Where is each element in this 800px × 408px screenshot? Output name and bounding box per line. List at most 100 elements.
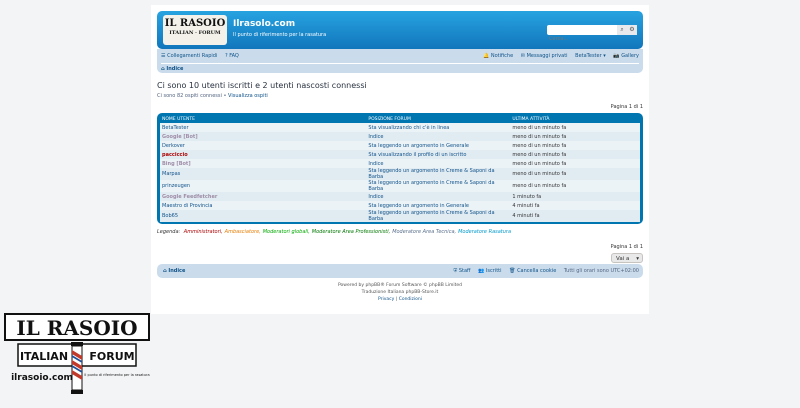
forum-location-cell[interactable]: Sta visualizzando il profilo di un iscri… [366,150,511,159]
username-cell[interactable]: BetaTester [160,123,367,132]
forum-location-cell[interactable]: Sta leggendo un argomento in Creme & Sap… [366,180,511,192]
jump-to-button[interactable]: Vai a ▾ [611,253,643,263]
notifications-link[interactable]: 🔔 Notifiche [483,53,513,59]
table-row: pacciccio Sta visualizzando il profilo di… [160,150,640,159]
table-row: Bob65 Sta leggendo un argomento in Creme … [160,210,640,222]
search-input[interactable] [547,34,611,44]
forum-location-cell[interactable]: Sta visualizzando chi c'è in linea [366,123,511,132]
forum-location-cell[interactable]: Indice [366,132,511,141]
table-row: BetaTester Sta visualizzando chi c'è in l… [160,123,640,132]
gallery-link[interactable]: 📷 Gallery [613,53,639,59]
logo-text: IL RASOIO [164,18,226,29]
footer-separator: | [395,297,398,302]
faq-label: FAQ [229,53,239,59]
staff-label: Staff [458,268,471,274]
view-guests-link[interactable]: Visualizza ospiti [228,93,268,99]
forum-badge: IL RASOIO ITALIAN FORUM ilrasoio.com Il … [2,308,152,404]
footer-index-label: Indice [168,268,186,274]
private-messages-link[interactable]: ✉ Messaggi privati [521,53,568,59]
username-cell[interactable]: pacciccio [160,150,367,159]
bell-icon: 🔔 [483,53,490,59]
username-cell[interactable]: Marpas [160,168,367,180]
legend-item[interactable]: Moderatore Rasatura [458,229,511,235]
username-cell[interactable]: prinzeugen [160,180,367,192]
table-row: prinzeugen Sta leggendo un argomento in C… [160,180,640,192]
home-icon: ⌂ [161,66,165,72]
footer-index-link[interactable]: ⌂ Indice [163,268,185,274]
forum-location-cell[interactable]: Indice [366,192,511,201]
question-icon: ? [224,53,228,59]
home-icon: ⌂ [163,268,167,274]
legend-item[interactable]: Amministratori, [184,229,223,235]
col-username[interactable]: NOME UTENTE [160,116,366,123]
gallery-label: Gallery [621,53,639,59]
legend-item[interactable]: Moderatori globali, [263,229,310,235]
powered-text: Powered by phpBB® Forum Software © phpBB… [337,283,463,288]
last-activity-cell: 4 minuti fa [510,210,640,222]
breadcrumb-index[interactable]: ⌂ Indice [161,66,183,72]
timezone-text: Tutti gli orari sono UTC+02:00 [563,268,639,274]
quick-links-label: Collegamenti Rapidi [167,53,218,59]
footer-navbar: ⌂ Indice ⛨ Staff 👥 Iscritti 🗑 Cancella c… [157,264,643,278]
users-table: NOME UTENTE POSIZIONE FORUM ULTIMA ATTIV… [160,116,640,222]
username-cell[interactable]: Bob65 [160,210,367,222]
user-menu[interactable]: BetaTester ▾ [575,53,606,59]
table-row: Derkover Sta leggendo un argomento in Gen… [160,141,640,150]
logo-subtext: ITALIAN · FORUM [169,30,221,36]
delete-cookies-link[interactable]: 🗑 Cancella cookie [509,268,556,274]
members-link[interactable]: 👥 Iscritti [478,268,501,274]
menu-icon: ☰ [161,53,166,59]
table-body: BetaTester Sta visualizzando chi c'è in l… [160,123,640,222]
guest-count-text: Ci sono 82 ospiti connessi • [157,93,227,99]
legend-label: Legenda: [157,229,181,235]
quick-links-menu[interactable]: ☰ Collegamenti Rapidi [161,53,217,59]
search-box: ⌕ ⚙ [547,25,637,44]
search-icon[interactable]: ⌕ [617,25,627,35]
forum-location-cell[interactable]: Sta leggendo un argomento in Generale [366,201,511,210]
pagination-bottom: Pagina 1 di 1 [610,244,643,250]
gear-icon[interactable]: ⚙ [627,25,637,35]
col-location[interactable]: POSIZIONE FORUM [366,116,510,123]
trash-icon: 🗑 [509,268,516,274]
last-activity-cell: meno di un minuto fa [510,168,640,180]
last-activity-cell: meno di un minuto fa [510,141,640,150]
privacy-link[interactable]: Privacy [378,297,394,302]
forum-badge-graphic: IL RASOIO ITALIAN FORUM ilrasoio.com Il … [4,313,150,394]
last-activity-cell: meno di un minuto fa [510,132,640,141]
terms-link[interactable]: Condizioni [399,297,422,302]
forum-location-cell[interactable]: Indice [366,159,511,168]
faq-link[interactable]: ? FAQ [225,53,239,59]
username-cell[interactable]: Maestro di Provincia [160,201,367,210]
table-row: Google [Bot] Indice meno di un minuto fa [160,132,640,141]
jump-to-label: Vai a [616,256,630,262]
username-cell[interactable]: Derkover [160,141,367,150]
table-row: Bing [Bot] Indice meno di un minuto fa [160,159,640,168]
shield-icon: ⛨ [453,268,458,274]
navbar-top-row: ☰ Collegamenti Rapidi ? FAQ 🔔 Notifiche … [161,53,639,61]
badge-tagline: Il punto di riferimento per la rasatura [84,373,149,377]
legend-item[interactable]: Moderatore Area Professionisti, [312,229,390,235]
forum-location-cell[interactable]: Sta leggendo un argomento in Creme & Sap… [366,168,511,180]
last-activity-cell: meno di un minuto fa [510,180,640,192]
forum-location-cell[interactable]: Sta leggendo un argomento in Generale [366,141,511,150]
online-users-table: NOME UTENTE POSIZIONE FORUM ULTIMA ATTIV… [157,113,643,224]
notifications-label: Notifiche [490,53,514,59]
powered-by: Powered by phpBB® Forum Software © phpBB… [151,283,649,288]
username-cell: Google [Bot] [160,132,367,141]
legend-item[interactable]: Moderatore Area Tecnica, [392,229,456,235]
legend-item[interactable]: Ambasciatore, [225,229,261,235]
username-label: BetaTester [575,53,602,59]
badge-site: ilrasoio.com [11,373,73,383]
site-title[interactable]: Ilrasolo.com [233,19,295,29]
last-activity-cell: 4 minuti fa [510,201,640,210]
forum-location-cell[interactable]: Sta leggendo un argomento in Creme & Sap… [366,210,511,222]
page-container: IL RASOIO ITALIAN · FORUM Ilrasolo.com I… [151,5,649,314]
camera-icon: 📷 [613,53,620,59]
footer-links: ⛨ Staff 👥 Iscritti 🗑 Cancella cookie Tut… [453,268,639,274]
translation-text: Traduzione Italiana phpBB-Store.it [361,290,439,295]
staff-link[interactable]: ⛨ Staff [453,268,470,274]
last-activity-cell: 1 minuto fa [510,192,640,201]
col-last-activity[interactable]: ULTIMA ATTIVITÀ [510,116,640,123]
site-logo[interactable]: IL RASOIO ITALIAN · FORUM [163,15,227,45]
breadcrumb: ⌂ Indice [161,63,639,74]
